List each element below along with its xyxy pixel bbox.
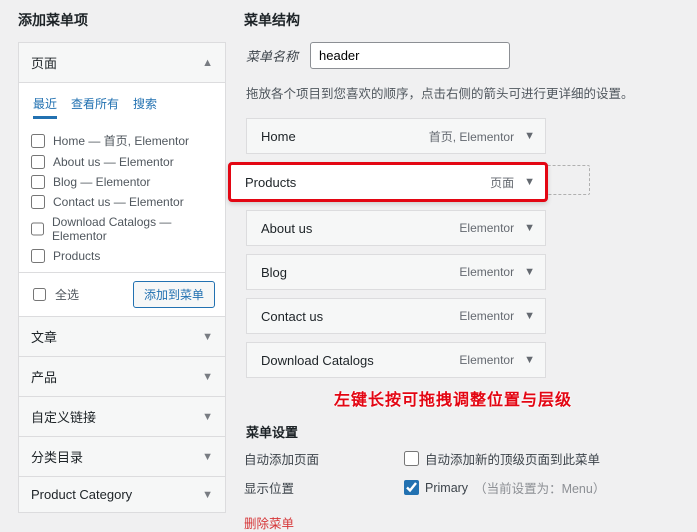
page-item-checkbox[interactable] xyxy=(31,175,45,189)
expand-icon[interactable]: ▼ xyxy=(524,310,535,322)
tab-all[interactable]: 查看所有 xyxy=(71,95,119,119)
pages-panel: 页面 ▲ 最近 查看所有 搜索 Home — 首页, Elementor Abo… xyxy=(18,42,226,317)
menu-name-input[interactable] xyxy=(310,42,510,69)
acc-product-category[interactable]: Product Category ▼ xyxy=(18,477,226,513)
caret-down-icon: ▼ xyxy=(202,371,213,383)
drag-description: 拖放各个项目到您喜欢的顺序，点击右侧的箭头可进行更详细的设置。 xyxy=(246,83,679,102)
menu-item-about[interactable]: About us Elementor▼ xyxy=(246,210,546,246)
primary-location-checkbox[interactable] xyxy=(404,480,419,495)
pages-panel-title: 页面 xyxy=(31,53,57,72)
display-location-label: 显示位置 xyxy=(244,478,404,497)
expand-icon[interactable]: ▼ xyxy=(524,354,535,366)
expand-icon[interactable]: ▼ xyxy=(524,176,535,188)
menu-item-downloads[interactable]: Download Catalogs Elementor▼ xyxy=(246,342,546,378)
menu-item-blog[interactable]: Blog Elementor▼ xyxy=(246,254,546,290)
menu-name-label: 菜单名称 xyxy=(246,46,298,65)
auto-add-checkbox[interactable] xyxy=(404,451,419,466)
page-item-checkbox[interactable] xyxy=(31,155,45,169)
caret-down-icon: ▼ xyxy=(202,331,213,343)
page-item-checkbox[interactable] xyxy=(31,134,45,148)
expand-icon[interactable]: ▼ xyxy=(524,222,535,234)
caret-up-icon: ▲ xyxy=(202,57,213,69)
page-item-checkbox[interactable] xyxy=(31,249,45,263)
tabs: 最近 查看所有 搜索 xyxy=(33,95,215,119)
menu-settings-title: 菜单设置 xyxy=(246,422,679,441)
add-items-title: 添加菜单项 xyxy=(18,10,226,30)
acc-posts[interactable]: 文章 ▼ xyxy=(18,317,226,357)
add-to-menu-button[interactable]: 添加到菜单 xyxy=(133,281,215,308)
expand-icon[interactable]: ▼ xyxy=(524,266,535,278)
menu-item-contact[interactable]: Contact us Elementor▼ xyxy=(246,298,546,334)
tab-recent[interactable]: 最近 xyxy=(33,95,57,119)
select-all-checkbox[interactable] xyxy=(33,288,46,301)
tab-search[interactable]: 搜索 xyxy=(133,95,157,119)
page-item[interactable]: Contact us — Elementor xyxy=(29,192,215,212)
annotation-text: 左键长按可拖拽调整位置与层级 xyxy=(334,386,679,410)
menu-structure-title: 菜单结构 xyxy=(244,10,679,30)
caret-down-icon: ▼ xyxy=(202,411,213,423)
page-item[interactable]: Download Catalogs — Elementor xyxy=(29,212,215,246)
menu-item-home[interactable]: Home 首页, Elementor▼ xyxy=(246,118,546,154)
auto-add-option[interactable]: 自动添加新的顶级页面到此菜单 xyxy=(404,449,600,468)
acc-custom-link[interactable]: 自定义链接 ▼ xyxy=(18,397,226,437)
page-item[interactable]: Home — 首页, Elementor xyxy=(29,129,215,152)
acc-products[interactable]: 产品 ▼ xyxy=(18,357,226,397)
acc-categories[interactable]: 分类目录 ▼ xyxy=(18,437,226,477)
page-item-checkbox[interactable] xyxy=(31,222,44,236)
caret-down-icon: ▼ xyxy=(202,451,213,463)
page-item[interactable]: Products xyxy=(29,246,215,266)
pages-panel-head[interactable]: 页面 ▲ xyxy=(19,43,225,83)
menu-items-list: Home 首页, Elementor▼ Products 页面▼ About u… xyxy=(244,118,679,378)
page-item[interactable]: Blog — Elementor xyxy=(29,172,215,192)
caret-down-icon: ▼ xyxy=(202,489,213,501)
auto-add-label: 自动添加页面 xyxy=(244,449,404,468)
page-item-checkbox[interactable] xyxy=(31,195,45,209)
page-item[interactable]: About us — Elementor xyxy=(29,152,215,172)
page-list: Home — 首页, Elementor About us — Elemento… xyxy=(29,129,215,266)
display-location-option[interactable]: Primary （当前设置为：Menu） xyxy=(404,478,605,497)
menu-item-products-dragging[interactable]: Products 页面▼ xyxy=(228,162,548,202)
select-all[interactable]: 全选 xyxy=(29,285,79,304)
expand-icon[interactable]: ▼ xyxy=(524,130,535,142)
